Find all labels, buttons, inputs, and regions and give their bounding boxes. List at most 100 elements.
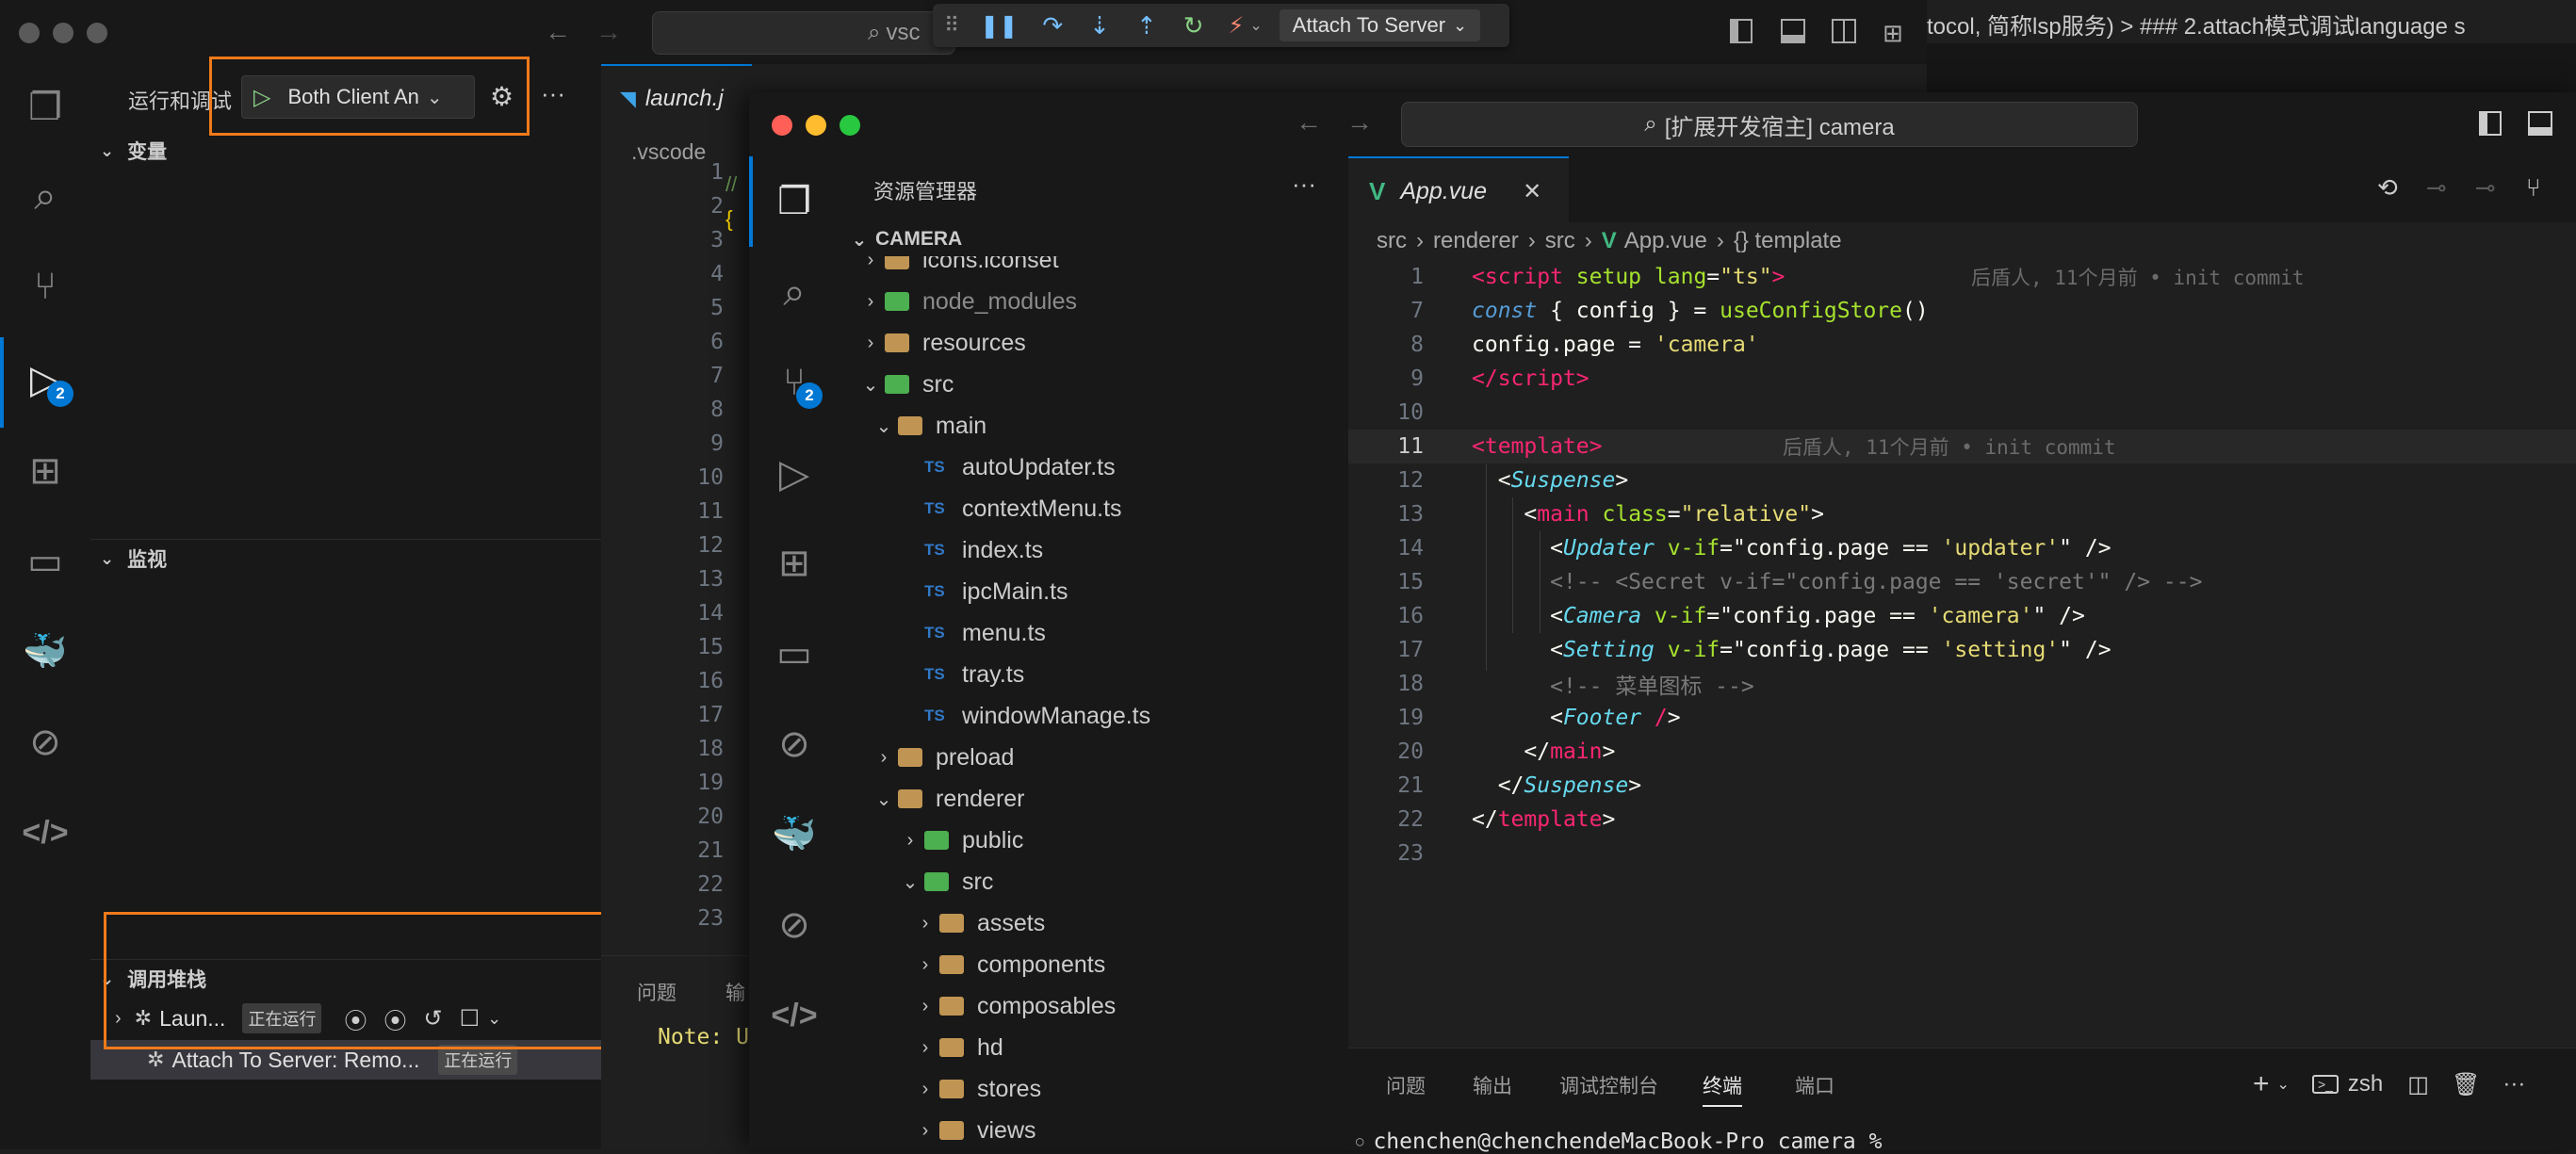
customize-layout-icon[interactable]: ⊞ [1883,19,1903,48]
step-into-icon[interactable]: ⇣ [1089,11,1110,41]
file-item[interactable]: TS menu.ts [840,612,1348,654]
code-line[interactable]: 17 <Setting v-if="config.page == 'settin… [1348,633,2576,667]
code-line[interactable]: 14 <Updater v-if="config.page == 'update… [1348,531,2576,565]
explorer-icon[interactable]: ❐ [19,81,72,134]
file-item[interactable]: TS contextMenu.ts [840,488,1348,529]
timeline-icon[interactable]: ⊘ [768,718,821,771]
remote-explorer-icon[interactable]: ▭ [768,627,821,680]
zoom-button[interactable] [840,115,860,136]
minimize-button[interactable] [806,115,826,136]
open-changes-icon[interactable]: ⟲ [2377,173,2398,203]
breadcrumb-item[interactable]: App.vue [1624,228,1707,254]
panel-tab[interactable]: 输出 [1473,1071,1512,1099]
folder-item[interactable]: › hd [840,1027,1348,1068]
back-arrow-icon[interactable]: ← [1296,107,1322,138]
step-out-icon[interactable]: ⇡ [1136,11,1157,41]
more-actions-icon[interactable]: ··· [541,79,565,108]
folder-item[interactable]: ⌄ src [840,861,1348,902]
toggle-panel-icon[interactable] [2528,111,2552,136]
code-line[interactable]: 20 </main> [1348,735,2576,769]
code-line[interactable]: 1 <script setup lang="ts"> 后盾人, 11个月前 • in… [1348,260,2576,294]
live-share-icon[interactable]: </> [768,989,821,1042]
extensions-icon[interactable]: ⊞ [768,537,821,590]
code-line[interactable]: 15 <!-- <Secret v-if="config.page == 'se… [1348,565,2576,599]
drag-handle-icon[interactable]: ⠿ [944,13,959,38]
toggle-sidebar-icon[interactable] [2479,111,2502,136]
git-lens-icon[interactable]: ⑂ [2526,173,2541,203]
close-button[interactable] [19,23,40,43]
git-graph-icon[interactable]: ⊘ [768,899,821,951]
panel-tab[interactable]: 问题 [1386,1071,1426,1099]
panel-tab[interactable]: 端口 [1795,1071,1834,1099]
file-item[interactable]: TS index.ts [840,529,1348,571]
more-actions-icon[interactable]: ··· [2503,1071,2525,1097]
file-item[interactable]: TS autoUpdater.ts [840,447,1348,488]
tab-app-vue[interactable]: V App.vue ✕ [1348,156,1569,224]
code-line[interactable]: 11 <template> 后盾人, 11个月前 • init commit [1348,430,2576,463]
code-line[interactable]: 13 <main class="relative"> [1348,497,2576,531]
trash-icon[interactable]: 🗑 [2452,1071,2480,1098]
breadcrumb-item[interactable]: renderer [1433,228,1519,254]
new-terminal-icon[interactable]: + [2253,1068,2270,1100]
terminal-prompt-line[interactable]: ○ chenchen@chenchendeMacBook-Pro camera … [1356,1130,1882,1154]
folder-item[interactable]: › resources [840,322,1348,364]
chevron-down-icon[interactable]: ⌄ [1249,16,1262,35]
toggle-secondary-sidebar-icon[interactable] [1832,19,1856,43]
back-arrow-icon[interactable]: ← [545,17,571,47]
split-terminal-icon[interactable]: ◫ [2407,1071,2429,1098]
code-line[interactable]: 9 </script> [1348,362,2576,396]
more-actions-icon[interactable]: ··· [1292,170,1316,199]
breadcrumb-item[interactable]: {} template [1734,228,1842,254]
terminal-shell-label[interactable]: zsh [2348,1071,2383,1097]
minimize-button[interactable] [53,23,73,43]
workspace-root-header[interactable]: ⌄ CAMERA [840,222,1348,256]
explorer-icon[interactable]: ❐ [768,175,821,228]
code-line[interactable]: 10 [1348,396,2576,430]
toggle-panel-icon[interactable] [1781,19,1805,43]
docker-icon[interactable]: 🐳 [768,808,821,861]
code-line[interactable]: 16 <Camera v-if="config.page == 'camera'… [1348,599,2576,633]
folder-item[interactable]: › public [840,820,1348,861]
docker-icon[interactable]: 🐳 [19,626,72,678]
tab-launch-json[interactable]: ◥ launch.j [601,64,752,132]
folder-item[interactable]: › preload [840,737,1348,778]
folder-item[interactable]: ⌄ src [840,364,1348,405]
folder-item[interactable]: › composables [840,985,1348,1027]
next-change-icon[interactable]: ⊸ [2475,173,2496,203]
panel-tab[interactable]: 终端 [1703,1071,1742,1107]
extensions-icon[interactable]: ⊞ [19,445,72,497]
breadcrumb-item[interactable]: src [1545,228,1575,254]
folder-item[interactable]: › components [840,944,1348,985]
live-share-icon[interactable]: </> [19,806,72,859]
toggle-sidebar-icon[interactable] [1730,19,1753,43]
pause-icon[interactable]: ❚❚ [980,12,1018,40]
panel-tab[interactable]: 调试控制台 [1559,1071,1658,1099]
file-item[interactable]: TS windowManage.ts [840,695,1348,737]
chevron-down-icon[interactable]: ⌄ [2277,1075,2290,1094]
file-item[interactable]: TS ipcMain.ts [840,571,1348,612]
git-graph-icon[interactable]: ⊘ [19,716,72,769]
watch-section-header[interactable]: ⌄ 监视 [90,539,601,577]
source-control-icon[interactable]: ⑂ [19,260,72,313]
code-line[interactable]: 8 config.page = 'camera' [1348,328,2576,362]
search-icon[interactable]: ⌕ [19,170,72,222]
folder-item[interactable]: › assets [840,902,1348,944]
code-line[interactable]: 23 [1348,837,2576,870]
code-line[interactable]: 21 </Suspense> [1348,769,2576,803]
run-debug-icon[interactable]: ▷ [768,447,821,499]
disconnect-icon[interactable]: ⚡ [1229,12,1245,40]
step-over-icon[interactable]: ↷ [1042,11,1063,41]
folder-item[interactable]: ⌄ renderer [840,778,1348,820]
panel-tab-problems[interactable]: 问题 [637,978,677,1006]
code-line[interactable]: 7 const { config } = useConfigStore() [1348,294,2576,328]
folder-item[interactable]: › node_modules [840,281,1348,322]
previous-change-icon[interactable]: ⊸ [2426,173,2447,203]
restart-icon[interactable]: ↻ [1183,11,1204,41]
folder-item[interactable]: › stores [840,1068,1348,1110]
debug-config-select[interactable]: Attach To Server ⌄ [1279,9,1481,41]
code-editor[interactable]: 1 <script setup lang="ts"> 后盾人, 11个月前 • in… [1348,260,2576,929]
forward-arrow-icon[interactable]: → [1346,107,1373,138]
remote-explorer-icon[interactable]: ▭ [19,535,72,588]
code-line[interactable]: 12 <Suspense> [1348,463,2576,497]
folder-item[interactable]: › views [840,1110,1348,1149]
